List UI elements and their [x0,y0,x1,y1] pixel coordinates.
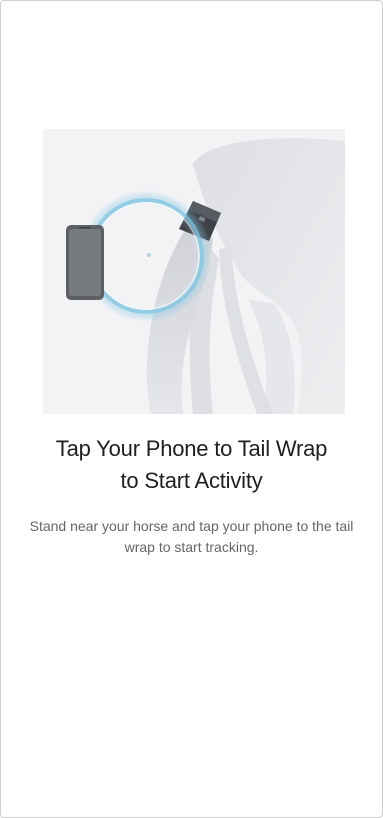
screen-title-line-1: Tap Your Phone to Tail Wrap [55,436,328,461]
screen-description: Stand near your horse and tap your phone… [29,518,354,555]
screen-title: Tap Your Phone to Tail Wrap to Start Act… [21,433,362,497]
tap-phone-illustration [43,129,345,414]
tap-phone-illustration-svg [66,138,345,414]
phone-icon [66,225,104,300]
screen-title-line-2: to Start Activity [120,468,263,493]
tail-wrap-tap-screen: Tap Your Phone to Tail Wrap to Start Act… [0,0,383,818]
